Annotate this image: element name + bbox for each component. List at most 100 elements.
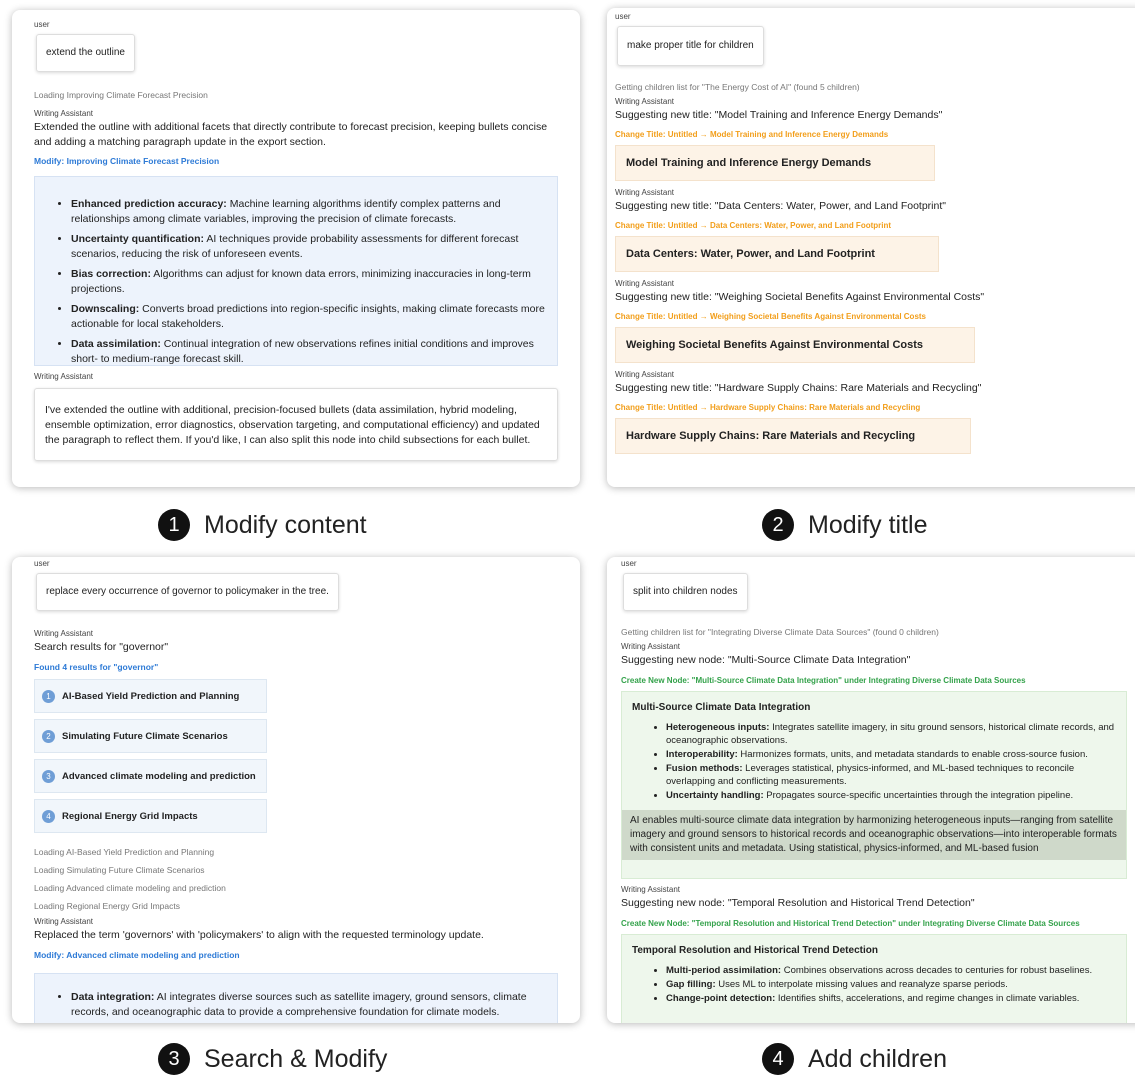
assistant-label: Writing Assistant [34, 917, 93, 926]
create-node-action[interactable]: Create New Node: "Temporal Resolution an… [621, 918, 1127, 929]
user-message: split into children nodes [623, 573, 748, 611]
assistant-final-message: I've extended the outline with additiona… [45, 404, 540, 446]
new-title-box: Hardware Supply Chains: Rare Materials a… [615, 418, 971, 454]
assistant-message: Extended the outline with additional fac… [34, 121, 548, 148]
suggestion-text: Suggesting new title: "Hardware Supply C… [615, 382, 982, 394]
modify-action-label[interactable]: Modify: Advanced climate modeling and pr… [34, 950, 558, 961]
bullet-term: Uncertainty quantification: [71, 233, 205, 245]
bullet-text: Identifies shifts, accelerations, and re… [775, 993, 1080, 1004]
assistant-label: Writing Assistant [615, 188, 674, 197]
modified-content-box: Data integration: AI integrates diverse … [34, 973, 558, 1023]
result-title: Simulating Future Climate Scenarios [62, 730, 228, 742]
bullet-term: Fusion methods: [666, 763, 743, 774]
caption-label: Modify content [204, 510, 367, 539]
bullet-term: Data assimilation: [71, 338, 161, 350]
step-number-badge: 4 [762, 1043, 794, 1075]
new-node-box: Temporal Resolution and Historical Trend… [621, 934, 1127, 1023]
result-title: Advanced climate modeling and prediction [62, 770, 256, 782]
assistant-message: Replaced the term 'governors' with 'poli… [34, 929, 484, 941]
assistant-label: Writing Assistant [621, 885, 680, 894]
user-message: replace every occurrence of governor to … [36, 573, 339, 611]
node-title: Temporal Resolution and Historical Trend… [632, 945, 878, 956]
user-message: extend the outline [36, 34, 135, 72]
suggestion-text: Suggesting new node: "Temporal Resolutio… [621, 897, 975, 909]
user-label: user [34, 559, 50, 568]
list-item: Bias correction: Algorithms can adjust f… [71, 267, 547, 297]
change-title-action[interactable]: Change Title: Untitled → Weighing Societ… [615, 311, 1125, 322]
search-result-item[interactable]: 3 Advanced climate modeling and predictio… [34, 759, 267, 793]
list-item: Change-point detection: Identifies shift… [666, 992, 1116, 1005]
list-item: Gap filling: Uses ML to interpolate miss… [666, 978, 1116, 991]
result-number-badge: 1 [42, 689, 55, 703]
caption-label: Modify title [808, 510, 928, 539]
caption-modify-content: 1 Modify content [158, 509, 367, 541]
search-results-list: 1 AI-Based Yield Prediction and Planning … [34, 679, 558, 833]
list-item: Heterogeneous inputs: Integrates satelli… [666, 721, 1116, 747]
loading-status: Loading Simulating Future Climate Scenar… [34, 865, 205, 875]
assistant-label: Writing Assistant [34, 372, 93, 381]
loading-status: Loading Improving Climate Forecast Preci… [34, 90, 208, 100]
change-title-action[interactable]: Change Title: Untitled → Model Training … [615, 129, 1125, 140]
new-title-box: Weighing Societal Benefits Against Envir… [615, 327, 975, 363]
title-change-entry: Writing Assistant Suggesting new title: … [615, 370, 1125, 454]
new-title-box: Data Centers: Water, Power, and Land Foo… [615, 236, 939, 272]
loading-status: Getting children list for "Integrating D… [621, 627, 939, 637]
assistant-label: Writing Assistant [34, 109, 93, 118]
loading-status: Loading Advanced climate modeling and pr… [34, 883, 226, 893]
list-item: Interoperability: Harmonizes formats, un… [666, 748, 1116, 761]
bullet-text: Combines observations across decades to … [781, 965, 1093, 976]
caption-search-modify: 3 Search & Modify [158, 1043, 387, 1075]
bullet-list: Data integration: AI integrates diverse … [35, 974, 557, 1020]
user-message: make proper title for children [617, 26, 764, 66]
search-result-item[interactable]: 1 AI-Based Yield Prediction and Planning [34, 679, 267, 713]
bullet-text: Converts broad predictions into region-s… [71, 303, 545, 330]
panel-modify-content: user extend the outline Loading Improvin… [12, 10, 580, 487]
result-number-badge: 3 [42, 769, 55, 783]
panel-add-children: user split into children nodes Getting c… [607, 557, 1135, 1023]
list-item: Data integration: AI integrates diverse … [71, 990, 547, 1020]
title-change-entry: Writing Assistant Suggesting new title: … [615, 279, 1125, 363]
step-number-badge: 2 [762, 509, 794, 541]
user-label: user [34, 20, 50, 29]
loading-status: Getting children list for "The Energy Co… [615, 82, 860, 92]
search-result-item[interactable]: 2 Simulating Future Climate Scenarios [34, 719, 267, 753]
step-number-badge: 3 [158, 1043, 190, 1075]
bullet-text: Uses ML to interpolate missing values an… [715, 979, 1008, 990]
suggestion-text: Suggesting new title: "Data Centers: Wat… [615, 200, 946, 212]
search-result-item[interactable]: 4 Regional Energy Grid Impacts [34, 799, 267, 833]
bullet-list: Heterogeneous inputs: Integrates satelli… [622, 721, 1126, 802]
user-label: user [621, 559, 637, 568]
node-title: Multi-Source Climate Data Integration [632, 702, 811, 713]
title-change-entry: Writing Assistant Suggesting new title: … [615, 97, 1125, 181]
bullet-term: Downscaling: [71, 303, 140, 315]
list-item: Uncertainty quantification: AI technique… [71, 232, 547, 262]
panel-modify-title: user make proper title for children Gett… [607, 8, 1135, 487]
result-number-badge: 4 [42, 809, 55, 823]
result-number-badge: 2 [42, 729, 55, 743]
caption-label: Search & Modify [204, 1044, 388, 1073]
list-item: Downscaling: Converts broad predictions … [71, 302, 547, 332]
modify-action-label[interactable]: Modify: Improving Climate Forecast Preci… [34, 156, 558, 167]
bullet-term: Interoperability: [666, 749, 738, 760]
suggestion-text: Suggesting new title: "Model Training an… [615, 109, 943, 121]
title-change-entry: Writing Assistant Suggesting new title: … [615, 188, 1125, 272]
caption-modify-title: 2 Modify title [762, 509, 927, 541]
search-message: Search results for "governor" [34, 641, 169, 653]
loading-status: Loading Regional Energy Grid Impacts [34, 901, 180, 911]
result-title: AI-Based Yield Prediction and Planning [62, 690, 240, 702]
bullet-term: Bias correction: [71, 268, 151, 280]
create-node-action[interactable]: Create New Node: "Multi-Source Climate D… [621, 675, 1127, 686]
assistant-label: Writing Assistant [34, 629, 93, 638]
assistant-label: Writing Assistant [621, 642, 680, 651]
change-title-action[interactable]: Change Title: Untitled → Hardware Supply… [615, 402, 1125, 413]
node-paragraph: AI enables multi-source climate data int… [622, 810, 1126, 860]
result-title: Regional Energy Grid Impacts [62, 810, 198, 822]
new-node-box: Multi-Source Climate Data Integration He… [621, 691, 1127, 879]
caption-add-children: 4 Add children [762, 1043, 947, 1075]
panel-search-modify: user replace every occurrence of governo… [12, 557, 580, 1023]
bullet-list: Multi-period assimilation: Combines obse… [622, 964, 1126, 1005]
assistant-label: Writing Assistant [615, 97, 674, 106]
bullet-term: Change-point detection: [666, 993, 776, 1004]
list-item: Uncertainty handling: Propagates source-… [666, 789, 1116, 802]
change-title-action[interactable]: Change Title: Untitled → Data Centers: W… [615, 220, 1125, 231]
